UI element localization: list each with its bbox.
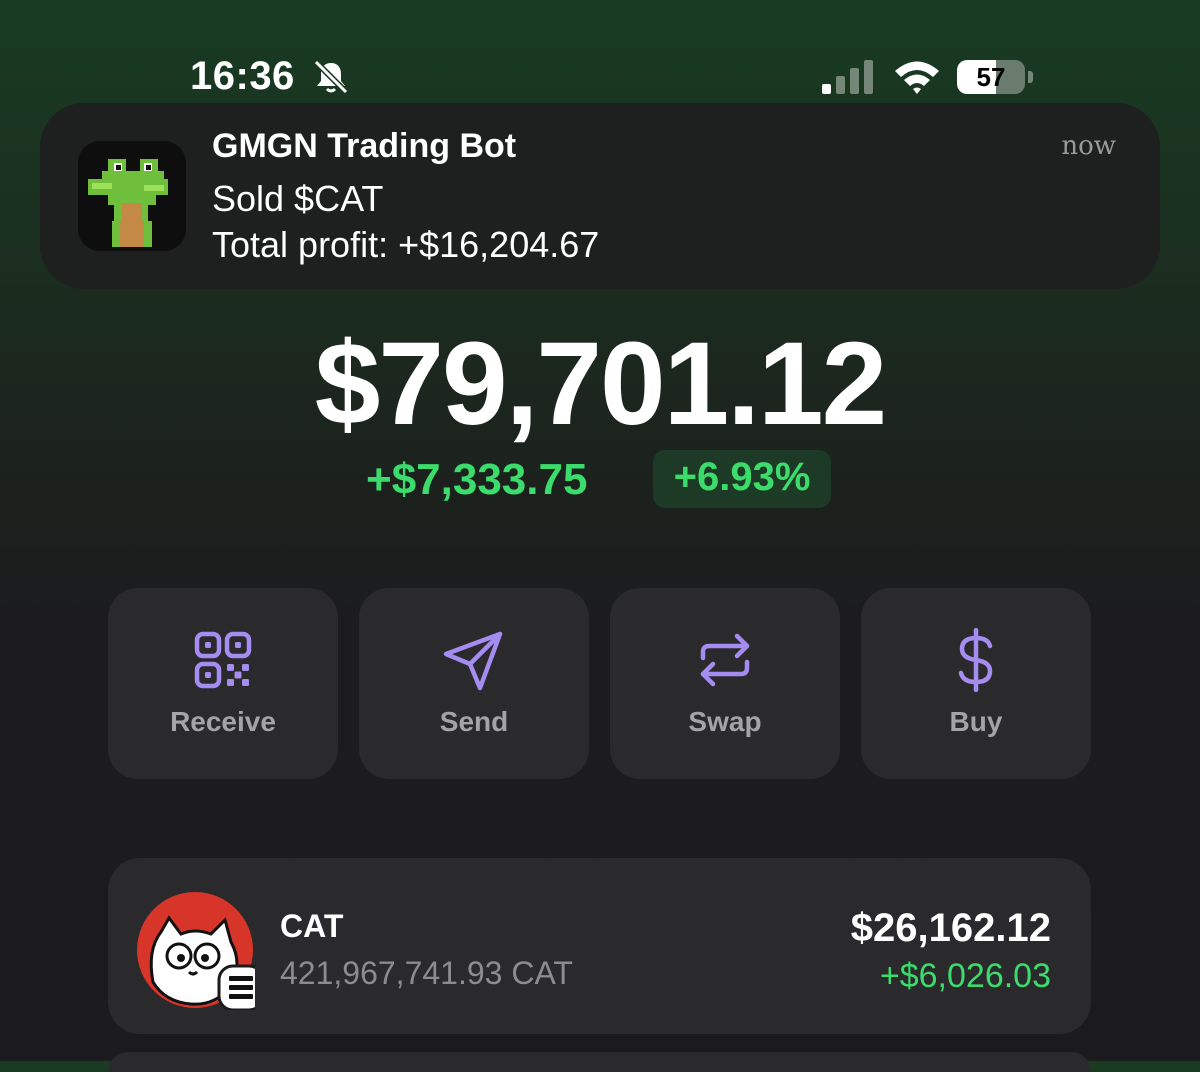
cat-token-icon (137, 892, 255, 1010)
wifi-icon (895, 61, 939, 94)
frog-app-icon (78, 141, 186, 251)
portfolio-change-percent: +6.93% (673, 455, 811, 499)
swap-label: Swap (688, 706, 762, 737)
status-bar: 16:36 57 (0, 0, 1200, 100)
status-time: 16:36 (190, 54, 295, 98)
portfolio-change-badge: +6.93% (653, 450, 831, 508)
cellular-signal-icon (822, 60, 873, 94)
notification-app-name: GMGN Trading Bot (212, 127, 517, 165)
swap-arrows-icon (700, 633, 750, 687)
send-label: Send (439, 706, 509, 737)
swap-button[interactable]: Swap (610, 588, 840, 779)
receive-label: Receive (170, 706, 276, 737)
notification-line-2: Total profit: +$16,204.67 (212, 224, 600, 265)
notification-banner[interactable]: GMGN Trading Bot Sold $CAT Total profit:… (40, 103, 1160, 289)
qr-code-icon (194, 631, 252, 689)
dollar-icon (958, 628, 993, 692)
battery-body: 57 (957, 60, 1025, 94)
buy-label: Buy (949, 706, 1003, 737)
token-row-next[interactable] (108, 1052, 1091, 1072)
battery-tip (1028, 71, 1033, 83)
token-row-cat[interactable]: CAT 421,967,741.93 CAT $26,162.12 +$6,02… (108, 858, 1091, 1034)
notification-line-1: Sold $CAT (212, 178, 384, 219)
battery-icon: 57 (957, 60, 1035, 94)
send-icon (443, 631, 503, 691)
receive-button[interactable]: Receive (108, 588, 338, 779)
token-value: $26,162.12 (850, 906, 1051, 950)
portfolio-balance: $79,701.12 (314, 318, 888, 450)
frog-pixel-art (88, 159, 168, 247)
token-name: CAT (280, 908, 344, 944)
send-button[interactable]: Send (359, 588, 589, 779)
bell-slash-icon (313, 59, 349, 95)
notification-time: now (1061, 131, 1116, 161)
token-change: +$6,026.03 (879, 957, 1051, 995)
buy-button[interactable]: Buy (861, 588, 1091, 779)
battery-level: 57 (976, 62, 1006, 92)
portfolio-change-amount: +$7,333.75 (366, 455, 588, 504)
token-amount: 421,967,741.93 CAT (280, 955, 573, 991)
